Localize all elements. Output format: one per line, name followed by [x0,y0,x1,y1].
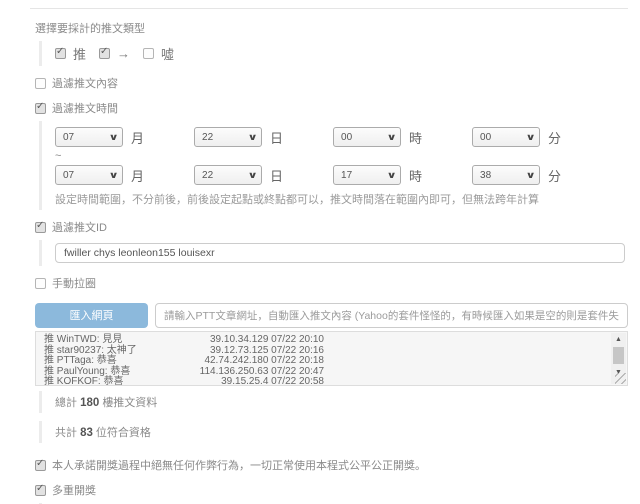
check-icon: ✓ [56,46,64,57]
end-month-select[interactable]: 07 ∨ [55,165,123,185]
push-row: 推 star90237: 太神了39.12.73.125 07/22 20:16 [44,346,605,357]
time-range-hint: 設定時間範圍，不分前後，前後設定起點或終點都可以，推文時間落在範圍內即可，但無法… [55,191,628,207]
import-url-button[interactable]: 匯入網頁 [35,303,148,328]
total-stat-group: 總計 180 樓推文資料 [39,391,628,413]
id-filter-group: fwiller chys leonleon155 louisexr [39,240,628,266]
qualified-stat-group: 共計 83 位符合資格 [39,421,628,443]
start-day-select[interactable]: 22 ∨ [194,127,262,147]
total-count: 180 [80,397,99,409]
multi-draw-label: 多重開獎 [52,482,96,498]
push-type-label-arrow: → [117,46,130,61]
total-stat: 總計 180 樓推文資料 [55,394,628,410]
id-filter-input[interactable]: fwiller chys leonleon155 louisexr [55,243,625,263]
end-minute-select[interactable]: 38 ∨ [472,165,540,185]
push-type-label-push: 推 [73,44,86,63]
start-month-select[interactable]: 07 ∨ [55,127,123,147]
start-minute-value: 00 [480,132,491,143]
check-icon: ✓ [36,458,44,469]
month-unit-label: 月 [131,128,144,147]
content-filter-label: 過濾推文內容 [52,75,118,91]
check-icon: ✓ [36,483,44,494]
end-hour-select[interactable]: 17 ∨ [333,165,401,185]
manual-row: 手動拉圈 [35,275,628,291]
manual-label: 手動拉圈 [52,275,96,291]
check-icon: ✓ [36,220,44,231]
push-type-label: 選擇要採計的推文類型 [35,20,628,36]
scrollbar-thumb[interactable] [613,347,624,364]
end-day-select[interactable]: 22 ∨ [194,165,262,185]
check-icon: ✓ [100,46,108,57]
range-separator: ~ [55,150,628,162]
manual-checkbox[interactable] [35,278,46,289]
start-month-value: 07 [63,132,74,143]
time-filter-label: 過濾推文時間 [52,100,118,116]
id-filter-row: ✓ 過濾推文ID [35,219,628,235]
qualified-stat: 共計 83 位符合資格 [55,424,628,440]
push-row: 推 PTTaga: 恭喜42.74.242.180 07/22 20:18 [44,356,605,367]
fairness-confirm-label: 本人承諾開獎過程中絕無任何作弊行為，一切正常使用本程式公平公正開獎。 [52,457,426,473]
chevron-down-icon: ∨ [386,170,396,181]
chevron-down-icon: ∨ [525,132,535,143]
divider [30,8,628,9]
minute-unit-label: 分 [548,128,561,147]
push-content-textarea[interactable]: 推 WinTWD: 見見39.10.34.129 07/22 20:10 推 s… [35,331,628,386]
chevron-down-icon: ∨ [247,170,257,181]
end-minute-value: 38 [480,170,491,181]
chevron-down-icon: ∨ [247,132,257,143]
chevron-down-icon: ∨ [108,170,118,181]
chevron-down-icon: ∨ [386,132,396,143]
import-row: 匯入網頁 [35,303,628,328]
lottery-form-page: 選擇要採計的推文類型 ✓ 推 ✓ → 噓 過濾推文內容 ✓ 過濾推文時間 07 ∨… [0,0,640,504]
content-filter-row: 過濾推文內容 [35,75,628,91]
end-month-value: 07 [63,170,74,181]
hour-unit-label: 時 [409,128,422,147]
month-unit-label: 月 [131,166,144,185]
start-hour-value: 00 [341,132,352,143]
push-row: 推 PaulYoung: 恭喜114.136.250.63 07/22 20:4… [44,367,605,378]
start-day-value: 22 [202,132,213,143]
end-day-value: 22 [202,170,213,181]
id-filter-label: 過濾推文ID [52,219,107,235]
minute-unit-label: 分 [548,166,561,185]
push-row: 推 KOFKOF: 恭喜39.15.25.4 07/22 20:58 [44,377,605,386]
hour-unit-label: 時 [409,166,422,185]
push-type-checkbox-push[interactable]: ✓ [55,48,66,59]
push-type-checkbox-boo[interactable] [143,48,154,59]
time-filter-checkbox[interactable]: ✓ [35,103,46,114]
check-icon: ✓ [36,101,44,112]
content-filter-checkbox[interactable] [35,78,46,89]
day-unit-label: 日 [270,128,283,147]
start-hour-select[interactable]: 00 ∨ [333,127,401,147]
multi-draw-checkbox[interactable]: ✓ [35,485,46,496]
article-url-input[interactable] [155,303,628,328]
push-row: 推 WinTWD: 見見39.10.34.129 07/22 20:10 [44,335,605,346]
end-hour-value: 17 [341,170,352,181]
push-type-group: ✓ 推 ✓ → 噓 [39,41,628,66]
chevron-down-icon: ∨ [108,132,118,143]
start-minute-select[interactable]: 00 ∨ [472,127,540,147]
time-range-group: 07 ∨ 月 22 ∨ 日 00 ∨ 時 00 ∨ 分 ~ 07 ∨ 月 22 ∨ 日 17… [39,121,628,210]
fairness-confirm-checkbox[interactable]: ✓ [35,460,46,471]
id-filter-checkbox[interactable]: ✓ [35,222,46,233]
day-unit-label: 日 [270,166,283,185]
fairness-confirm-row: ✓ 本人承諾開獎過程中絕無任何作弊行為，一切正常使用本程式公平公正開獎。 [35,457,628,473]
push-type-checkbox-arrow[interactable]: ✓ [99,48,110,59]
resize-grip-icon[interactable] [615,373,626,384]
scroll-up-icon[interactable]: ▲ [611,333,626,346]
push-type-label-boo: 噓 [161,44,174,63]
multi-draw-row: ✓ 多重開獎 [35,482,628,498]
qualified-count: 83 [80,427,93,439]
time-filter-row: ✓ 過濾推文時間 [35,100,628,116]
chevron-down-icon: ∨ [525,170,535,181]
